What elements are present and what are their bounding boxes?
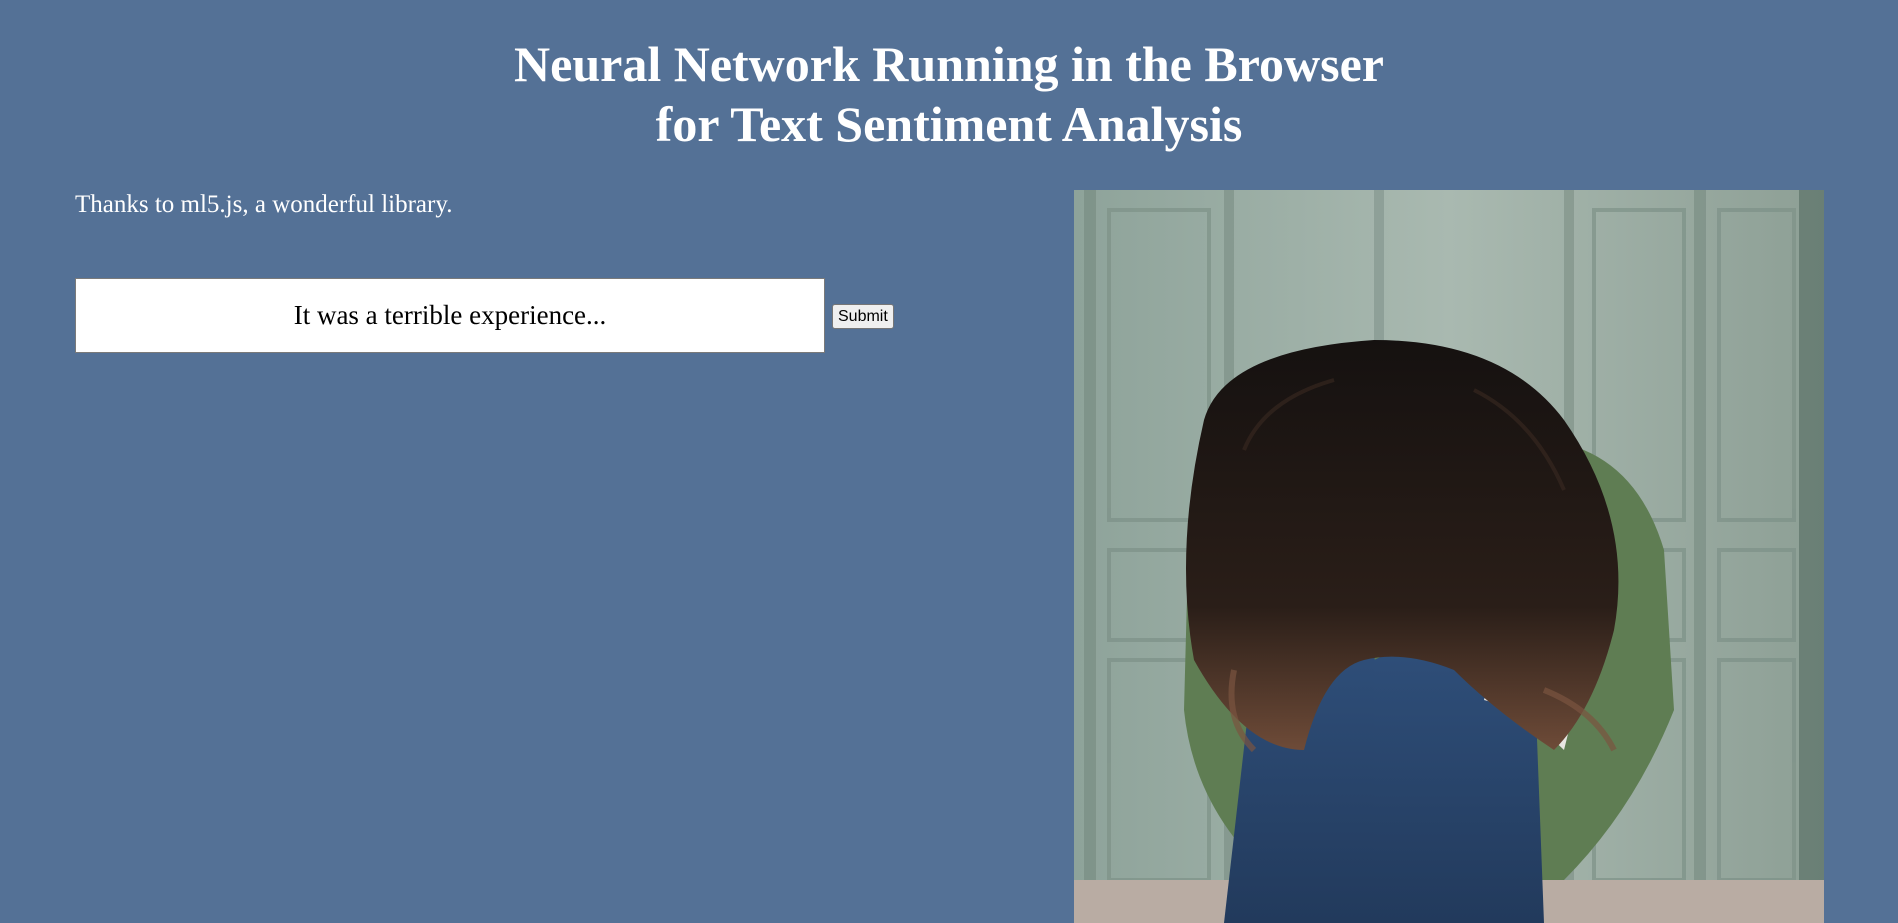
sentiment-form: Submit xyxy=(75,278,894,353)
page-title: Neural Network Running in the Browser fo… xyxy=(0,34,1898,154)
submit-button[interactable]: Submit xyxy=(832,304,894,329)
sad-person-photo-icon xyxy=(1074,190,1824,923)
credit-text: Thanks to ml5.js, a wonderful library. xyxy=(75,191,453,218)
page: Neural Network Running in the Browser fo… xyxy=(0,0,1898,923)
sentiment-text-input[interactable] xyxy=(75,278,825,353)
page-title-line-2: for Text Sentiment Analysis xyxy=(655,96,1243,152)
sentiment-photo xyxy=(1074,190,1824,923)
page-title-line-1: Neural Network Running in the Browser xyxy=(514,36,1384,92)
